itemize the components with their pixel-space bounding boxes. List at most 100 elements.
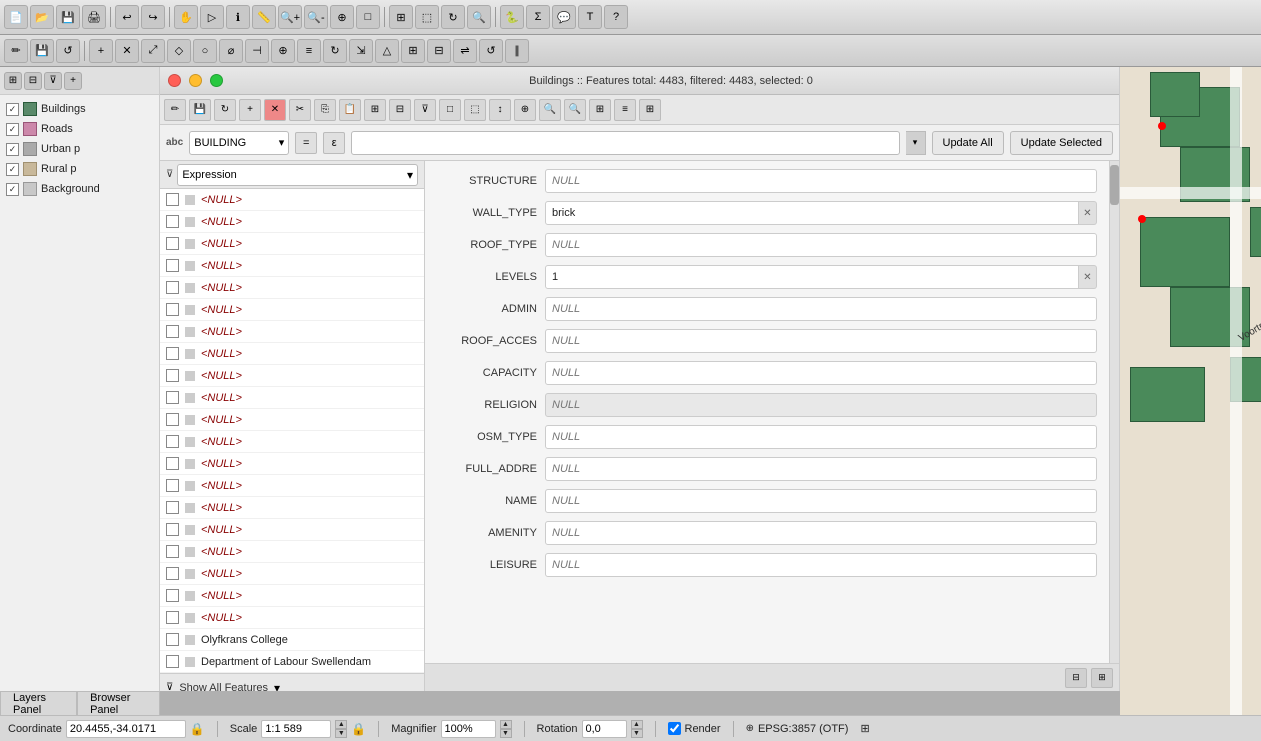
feature-checkbox[interactable] [166,193,179,206]
attr-value-structure[interactable] [545,169,1097,193]
close-button[interactable] [168,74,181,87]
show-all-features-button[interactable]: ⊽ Show All Features ▾ [160,673,424,691]
feature-row[interactable]: <NULL> [160,585,424,607]
collapse-layers-icon[interactable]: ⊟ [24,72,42,90]
node-icon[interactable]: ◇ [167,39,191,63]
cut-selection-btn[interactable]: ✂ [289,99,311,121]
layer-item-buildings[interactable]: Buildings [0,99,159,119]
paste-selection-btn[interactable]: 📋 [339,99,361,121]
feature-row[interactable]: <NULL> [160,343,424,365]
field-name-dropdown[interactable]: BUILDING ▾ [189,131,289,155]
feature-checkbox[interactable] [166,303,179,316]
add-feature-attr-btn[interactable]: + [239,99,261,121]
form-view-btn[interactable]: ≡ [614,99,636,121]
layer-item-background[interactable]: Background [0,179,159,199]
feature-row[interactable]: <NULL> [160,387,424,409]
layer-checkbox-background[interactable] [6,183,19,196]
sum-icon[interactable]: Σ [526,5,550,29]
feature-row[interactable]: <NULL> [160,255,424,277]
feature-row[interactable]: <NULL> [160,607,424,629]
zoom-layer-icon[interactable]: ⬚ [415,5,439,29]
save-icon[interactable]: 💾 [56,5,80,29]
attr-value-admin[interactable] [545,297,1097,321]
feature-checkbox[interactable] [166,655,179,668]
feature-checkbox[interactable] [166,369,179,382]
flip-icon[interactable]: ⇌ [453,39,477,63]
feature-checkbox[interactable] [166,545,179,558]
rotate-feat-icon[interactable]: ↺ [479,39,503,63]
identify-icon[interactable]: ℹ [226,5,250,29]
add-feature-icon[interactable]: + [89,39,113,63]
pencil-icon[interactable]: ✏ [4,39,28,63]
feature-checkbox[interactable] [166,457,179,470]
reload-btn[interactable]: ↻ [214,99,236,121]
attr-value-osm-type[interactable] [545,425,1097,449]
zoom-in-icon[interactable]: 🔍+ [278,5,302,29]
pan-icon[interactable]: ✋ [174,5,198,29]
feature-row[interactable]: <NULL> [160,365,424,387]
feature-checkbox[interactable] [166,325,179,338]
feature-checkbox[interactable] [166,237,179,250]
ring-icon[interactable]: ○ [193,39,217,63]
footer-btn-2[interactable]: ⊞ [1091,668,1113,688]
delete-feature-btn[interactable]: ✕ [264,99,286,121]
magnifier-input[interactable] [441,720,496,738]
delete-icon[interactable]: ✕ [115,39,139,63]
zoom-to-selected-btn[interactable]: 🔍 [539,99,561,121]
rotation-input[interactable] [582,720,627,738]
rotate-icon[interactable]: ↻ [323,39,347,63]
feature-checkbox[interactable] [166,589,179,602]
feature-checkbox[interactable] [166,281,179,294]
scale-input[interactable] [261,720,331,738]
attribute-form-scrollbar[interactable] [1109,161,1119,691]
feature-row[interactable]: <NULL> [160,563,424,585]
feature-row[interactable]: <NULL> [160,409,424,431]
scale-down-btn[interactable]: ▼ [335,729,347,738]
open-file-icon[interactable]: 📂 [30,5,54,29]
new-search-btn[interactable]: 🔍 [564,99,586,121]
feature-checkbox[interactable] [166,611,179,624]
feature-row[interactable]: <NULL> [160,211,424,233]
feature-row[interactable]: <NULL> [160,299,424,321]
clear-levels-btn[interactable]: ✕ [1079,265,1097,289]
feature-row[interactable]: <NULL> [160,233,424,255]
simplify-icon[interactable]: △ [375,39,399,63]
feature-row[interactable]: <NULL> [160,541,424,563]
equals-button[interactable]: = [295,132,317,154]
feature-row[interactable]: <NULL> [160,453,424,475]
rollback-icon[interactable]: ↺ [56,39,80,63]
maximize-button[interactable] [210,74,223,87]
filter-layers-icon[interactable]: ⊽ [44,72,62,90]
scrollbar-thumb[interactable] [1110,165,1119,205]
magnifier-down-btn[interactable]: ▼ [500,729,512,738]
feature-row[interactable]: <NULL> [160,189,424,211]
zoom-out-icon[interactable]: 🔍- [304,5,328,29]
clear-wall-type-btn[interactable]: ✕ [1079,201,1097,225]
feature-checkbox[interactable] [166,259,179,272]
select-features-icon[interactable]: □ [356,5,380,29]
layer-checkbox-rural[interactable] [6,163,19,176]
refresh-icon[interactable]: ↻ [441,5,465,29]
help-icon[interactable]: ? [604,5,628,29]
pan-to-selected-btn[interactable]: ⊕ [514,99,536,121]
layer-item-roads[interactable]: Roads [0,119,159,139]
epsilon-button[interactable]: ε [323,132,345,154]
layer-item-urban[interactable]: Urban p [0,139,159,159]
feature-checkbox[interactable] [166,501,179,514]
add-layer-icon[interactable]: + [64,72,82,90]
rotation-up-btn[interactable]: ▲ [631,720,643,729]
split-icon[interactable]: ⊣ [245,39,269,63]
move-selected-btn[interactable]: ↕ [489,99,511,121]
expand-layers-icon[interactable]: ⊞ [4,72,22,90]
attr-value-amenity[interactable] [545,521,1097,545]
table-view-btn[interactable]: ⊞ [639,99,661,121]
map-area[interactable]: Voortrek Street [1120,67,1261,715]
update-all-button[interactable]: Update All [932,131,1004,155]
feature-row-dept[interactable]: Department of Labour Swellendam [160,651,424,673]
update-selected-button[interactable]: Update Selected [1010,131,1113,155]
attr-value-levels[interactable] [545,265,1079,289]
coordinate-input[interactable] [66,720,186,738]
feature-checkbox[interactable] [166,523,179,536]
value-dropdown-arrow[interactable]: ▾ [906,131,926,155]
filter-btn[interactable]: ⊽ [414,99,436,121]
